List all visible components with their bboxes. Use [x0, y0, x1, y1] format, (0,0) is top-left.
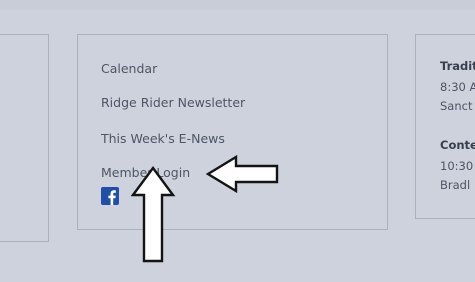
service2-time: 10:30 [440, 159, 474, 173]
calendar-link[interactable]: Calendar [101, 61, 157, 76]
facebook-icon[interactable] [101, 187, 119, 205]
enews-link[interactable]: This Week's E-News [101, 131, 225, 146]
service2-title: Conte [440, 138, 475, 152]
service1-place: Sanct [440, 99, 473, 113]
service2-place: Bradl [440, 178, 471, 192]
arrow-up-annotation-icon [131, 165, 176, 263]
service1-title: Tradit [440, 59, 475, 73]
newsletter-link[interactable]: Ridge Rider Newsletter [101, 95, 245, 110]
top-strip [0, 0, 475, 10]
arrow-left-annotation-icon [205, 154, 279, 194]
service1-time: 8:30 A [440, 80, 475, 94]
left-panel [0, 34, 49, 242]
